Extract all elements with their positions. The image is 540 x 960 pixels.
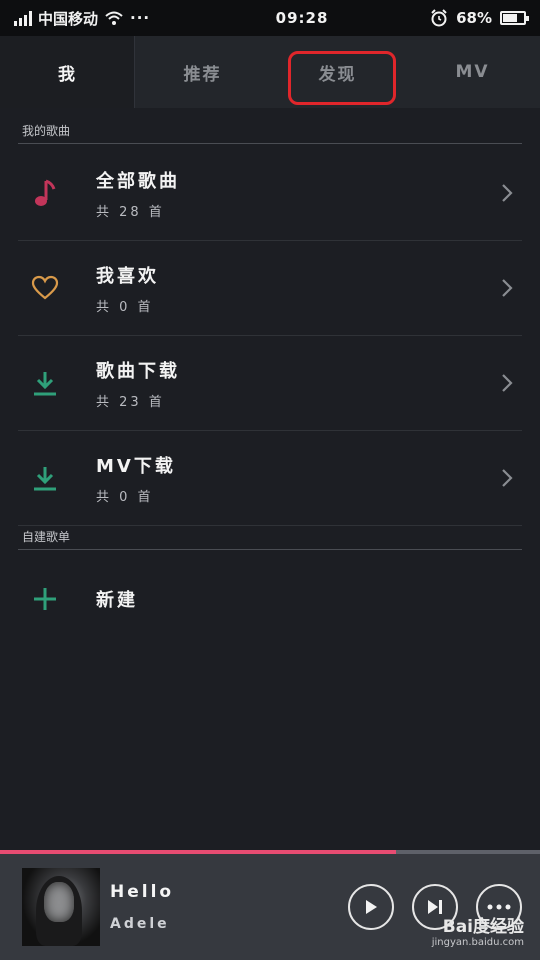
status-bar: 中国移动 ··· 09:28 68% (0, 0, 540, 36)
chevron-right-icon (492, 278, 522, 298)
chevron-right-icon (492, 373, 522, 393)
play-icon (366, 900, 377, 914)
wifi-icon (105, 11, 123, 25)
song-info[interactable]: Hello Adele (110, 882, 348, 932)
row-all-songs[interactable]: 全部歌曲 共 28 首 (18, 146, 522, 241)
signal-icon (14, 10, 32, 26)
row-title: 我喜欢 (96, 265, 159, 287)
chevron-right-icon (492, 183, 522, 203)
row-title: 歌曲下载 (96, 360, 180, 382)
tab-me[interactable]: 我 (0, 36, 135, 108)
row-title: 全部歌曲 (96, 170, 180, 192)
playlists-header: 自建歌单 (18, 528, 522, 550)
row-mv-downloads[interactable]: MV下载 共 0 首 (18, 431, 522, 526)
row-count: 共 0 首 (96, 299, 154, 315)
heart-icon (18, 275, 72, 301)
new-playlist-label: 新建 (96, 590, 138, 611)
status-left: 中国移动 ··· (14, 8, 214, 29)
row-title: MV下载 (96, 455, 176, 477)
mini-player[interactable]: Hello Adele Bai度经验 jingyan.baidu.com (0, 854, 540, 960)
tab-discover[interactable]: 发现 (270, 36, 405, 108)
carrier-label: 中国移动 (38, 9, 99, 28)
song-title: Hello (110, 882, 175, 902)
download-icon (18, 464, 72, 492)
row-count: 共 0 首 (96, 489, 154, 505)
plus-icon (18, 586, 72, 612)
chevron-right-icon (492, 468, 522, 488)
tab-recommend[interactable]: 推荐 (135, 36, 270, 108)
watermark: Bai度经验 jingyan.baidu.com (432, 912, 524, 948)
album-cover[interactable] (22, 868, 100, 946)
new-playlist-button[interactable]: 新建 (18, 551, 522, 647)
clock: 09:28 (275, 9, 329, 27)
row-count: 共 28 首 (96, 204, 165, 220)
more-icon (487, 904, 511, 910)
download-icon (18, 369, 72, 397)
my-songs-header: 我的歌曲 (18, 122, 522, 144)
music-note-icon (18, 178, 72, 208)
tab-bar: 我 推荐 发现 MV (0, 36, 540, 108)
more-dots: ··· (130, 9, 151, 27)
alarm-icon (431, 9, 447, 27)
row-count: 共 23 首 (96, 394, 165, 410)
watermark-brand: Bai度经验 (442, 917, 524, 937)
row-favorites[interactable]: 我喜欢 共 0 首 (18, 241, 522, 336)
battery-percent: 68% (456, 9, 492, 27)
status-right: 68% (430, 9, 529, 27)
battery-icon (500, 11, 529, 25)
watermark-url: jingyan.baidu.com (431, 937, 524, 948)
tab-mv[interactable]: MV (405, 36, 540, 108)
row-song-downloads[interactable]: 歌曲下载 共 23 首 (18, 336, 522, 431)
play-button[interactable] (348, 884, 394, 930)
song-artist: Adele (110, 916, 170, 932)
